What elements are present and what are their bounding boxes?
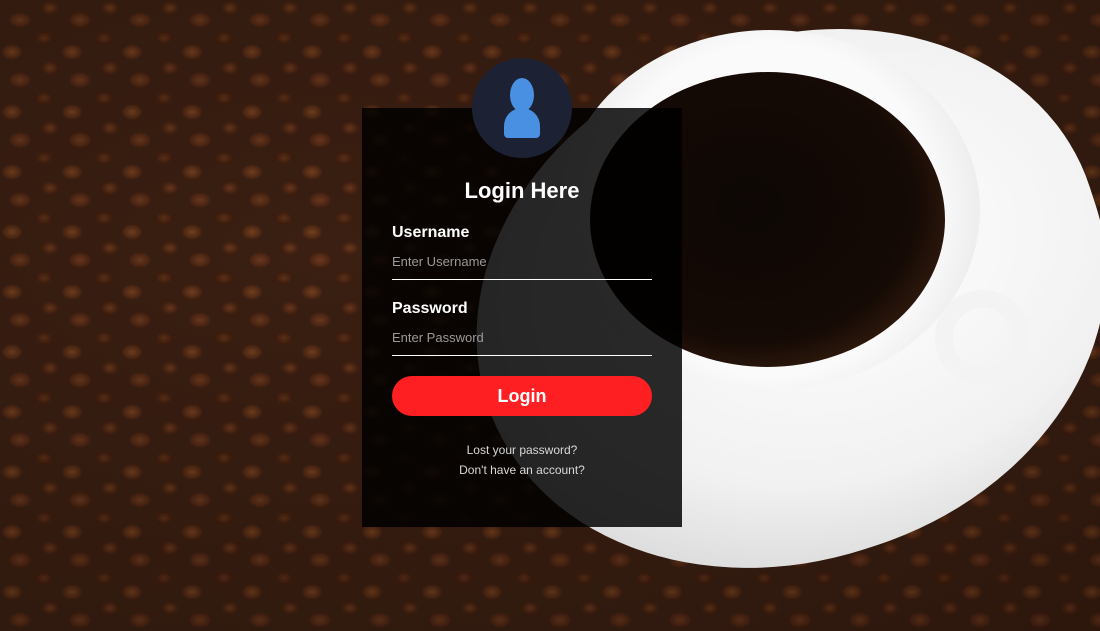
lost-password-link[interactable]: Lost your password? [392, 440, 652, 460]
page-background: Login Here Username Password Login Lost … [0, 0, 1100, 631]
login-panel: Login Here Username Password Login Lost … [362, 108, 682, 527]
username-label: Username [392, 224, 470, 241]
user-icon [510, 78, 534, 112]
login-button[interactable]: Login [392, 376, 652, 416]
username-input[interactable] [392, 250, 652, 280]
cup-handle-image [935, 290, 1030, 385]
signup-link[interactable]: Don't have an account? [392, 460, 652, 480]
login-title: Login Here [464, 178, 580, 203]
password-label: Password [392, 300, 468, 317]
user-avatar [472, 58, 572, 158]
password-input[interactable] [392, 326, 652, 356]
user-icon-body [504, 108, 540, 138]
account-links: Lost your password? Don't have an accoun… [392, 440, 652, 480]
